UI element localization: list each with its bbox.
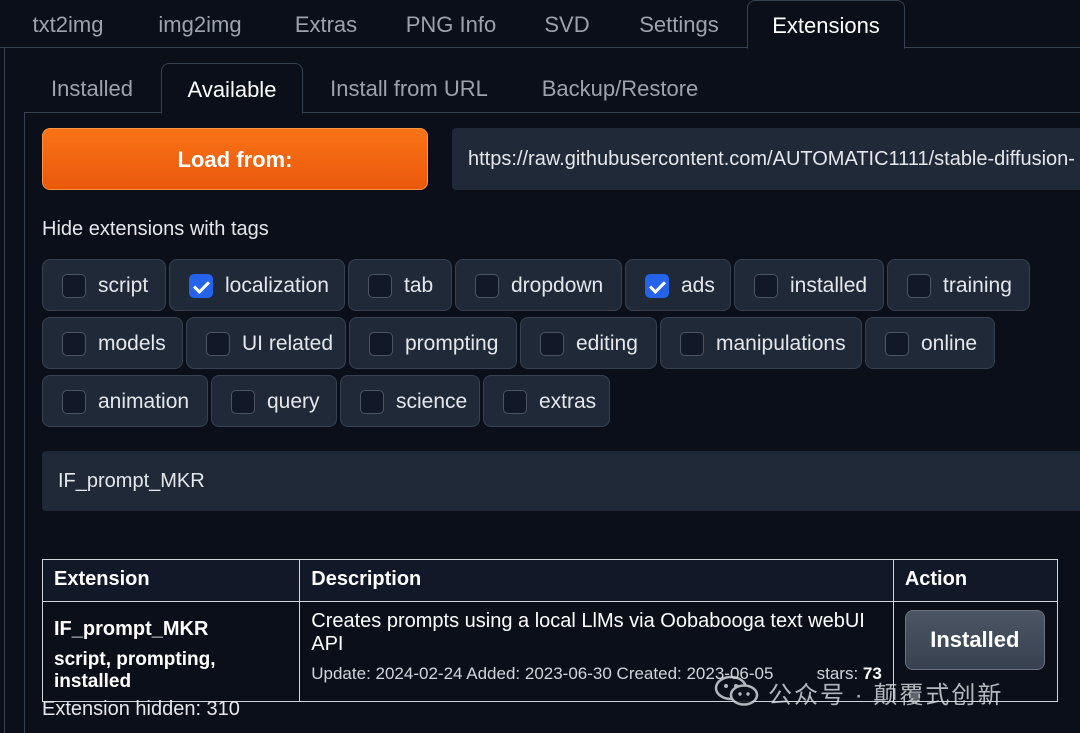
tab-png-info[interactable]: PNG Info (400, 0, 502, 48)
tag-label: online (921, 332, 978, 355)
tag-label: extras (539, 390, 597, 413)
tag-checkbox-ui-related[interactable]: UI related (186, 317, 346, 369)
tag-label: localization (225, 274, 329, 297)
tab-installed[interactable]: Installed (42, 63, 142, 113)
tag-checkbox-editing[interactable]: editing (520, 317, 657, 369)
installed-button[interactable]: Installed (904, 610, 1045, 670)
tag-label: manipulations (716, 332, 846, 355)
tag-label: training (943, 274, 1012, 297)
extension-cell: IF_prompt_MKR script, prompting, install… (41, 601, 301, 702)
tag-checkbox-models[interactable]: models (42, 317, 183, 369)
tag-label: editing (576, 332, 638, 355)
checkbox-icon[interactable] (360, 390, 384, 414)
checkbox-icon[interactable] (369, 332, 393, 356)
column-header-description: Description (299, 559, 894, 602)
checkbox-checked-icon[interactable] (189, 274, 213, 298)
top-tab-bar: txt2img img2img Extras PNG Info SVD Sett… (0, 0, 1080, 49)
tag-checkbox-installed[interactable]: installed (734, 259, 884, 311)
tab-install-from-url[interactable]: Install from URL (322, 63, 496, 113)
tab-txt2img[interactable]: txt2img (28, 0, 108, 48)
extension-name[interactable]: IF_prompt_MKR (54, 618, 288, 641)
tag-label: installed (790, 274, 868, 297)
extension-date-info: Update: 2024-02-24 Added: 2023-06-30 Cre… (311, 664, 774, 683)
tab-extensions[interactable]: Extensions (747, 0, 905, 49)
tag-checkbox-extras[interactable]: extras (483, 375, 610, 427)
tag-label: tab (404, 274, 434, 297)
checkbox-icon[interactable] (206, 332, 230, 356)
load-from-button[interactable]: Load from: (42, 128, 428, 190)
extension-hidden-count: Extension hidden: 310 (42, 698, 240, 720)
tag-checkbox-script[interactable]: script (42, 259, 166, 311)
tag-label: ads (681, 274, 715, 297)
extension-index-url-field[interactable]: https://raw.githubusercontent.com/AUTOMA… (452, 128, 1080, 190)
tab-img2img[interactable]: img2img (150, 0, 250, 48)
tag-label: script (98, 274, 149, 297)
tab-extras[interactable]: Extras (290, 0, 362, 48)
tag-checkbox-localization[interactable]: localization (169, 259, 345, 311)
tab-settings[interactable]: Settings (632, 0, 726, 48)
tag-label: query (267, 390, 320, 413)
tag-label: models (98, 332, 166, 355)
tab-backup-restore[interactable]: Backup/Restore (534, 63, 706, 113)
tag-checkbox-training[interactable]: training (887, 259, 1030, 311)
tag-checkbox-manipulations[interactable]: manipulations (660, 317, 862, 369)
tag-label: UI related (242, 332, 334, 355)
column-header-extension: Extension (41, 559, 301, 602)
wechat-icon (714, 675, 759, 706)
checkbox-icon[interactable] (503, 390, 527, 414)
tab-available[interactable]: Available (161, 63, 303, 114)
extension-description: Creates prompts using a local LlMs via O… (311, 610, 865, 655)
checkbox-icon[interactable] (231, 390, 255, 414)
checkbox-icon[interactable] (368, 274, 392, 298)
tab-svd[interactable]: SVD (540, 0, 594, 48)
checkbox-icon[interactable] (62, 332, 86, 356)
tag-checkbox-dropdown[interactable]: dropdown (455, 259, 622, 311)
checkbox-icon[interactable] (680, 332, 704, 356)
column-header-action: Action (892, 559, 1059, 602)
checkbox-icon[interactable] (540, 332, 564, 356)
checkbox-checked-icon[interactable] (645, 274, 669, 298)
tag-label: science (396, 390, 468, 413)
checkbox-icon[interactable] (62, 390, 86, 414)
checkbox-icon[interactable] (475, 274, 499, 298)
tag-checkbox-online[interactable]: online (865, 317, 995, 369)
tag-label: dropdown (511, 274, 604, 297)
sub-tab-bar: Installed Available Install from URL Bac… (24, 63, 1080, 114)
tag-checkbox-prompting[interactable]: prompting (349, 317, 517, 369)
checkbox-icon[interactable] (907, 274, 931, 298)
watermark-text: 公众号 · 颠覆式创新 (768, 682, 1004, 709)
tag-checkbox-query[interactable]: query (211, 375, 337, 427)
hide-tags-label: Hide extensions with tags (42, 218, 269, 240)
extension-tags: script, prompting, installed (54, 649, 216, 692)
extension-search-input[interactable]: IF_prompt_MKR (42, 451, 1080, 511)
table-header-row: Extension Description Action (41, 559, 1059, 602)
tag-checkbox-tab[interactable]: tab (348, 259, 452, 311)
tag-checkbox-animation[interactable]: animation (42, 375, 208, 427)
tag-label: prompting (405, 332, 499, 355)
checkbox-icon[interactable] (885, 332, 909, 356)
tag-checkbox-ads[interactable]: ads (625, 259, 731, 311)
checkbox-icon[interactable] (754, 274, 778, 298)
tag-checkbox-science[interactable]: science (340, 375, 480, 427)
checkbox-icon[interactable] (62, 274, 86, 298)
tag-label: animation (98, 390, 190, 413)
